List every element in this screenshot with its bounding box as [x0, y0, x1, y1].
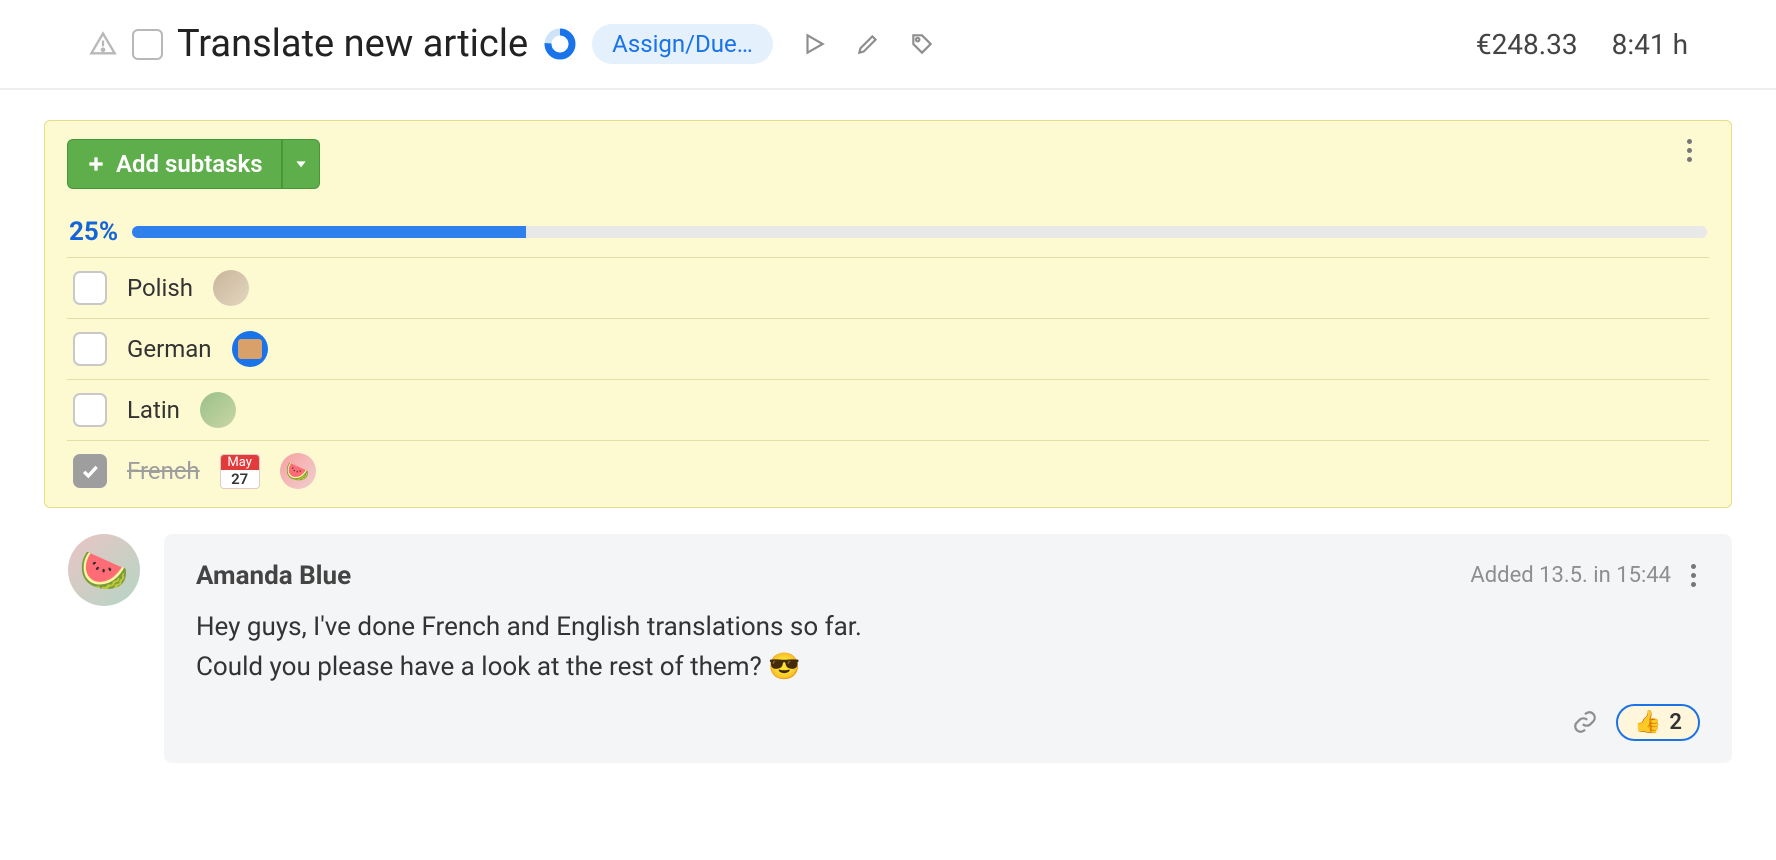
subtask-label: Latin — [127, 396, 180, 424]
subtask-label: German — [127, 335, 212, 363]
subtask-checkbox[interactable] — [73, 271, 107, 305]
subtask-label: Polish — [127, 274, 193, 302]
thumbs-up-icon: 👍 — [1634, 710, 1661, 735]
subtask-label: French — [127, 457, 200, 485]
assignee-avatar[interactable] — [200, 392, 236, 428]
reaction-thumbs-up[interactable]: 👍 2 — [1616, 704, 1700, 741]
add-subtask-label: Add subtasks — [116, 150, 263, 178]
link-icon[interactable] — [1572, 709, 1598, 735]
task-header: Translate new article Assign/Due… — [0, 0, 1776, 90]
add-subtask-button[interactable]: Add subtasks — [67, 139, 282, 189]
edit-icon[interactable] — [841, 31, 881, 57]
progress-donut-icon — [542, 26, 578, 62]
subtask-row[interactable]: German — [67, 318, 1709, 379]
comment-box: Amanda Blue Added 13.5. in 15:44 Hey guy… — [164, 534, 1732, 763]
subtask-checkbox[interactable] — [73, 393, 107, 427]
add-subtask-dropdown[interactable] — [282, 139, 320, 189]
comment-more-button[interactable] — [1687, 560, 1700, 591]
assign-due-button[interactable]: Assign/Due… — [592, 24, 773, 64]
subtask-panel: Add subtasks 25% Polish German Latin French… — [44, 120, 1732, 508]
task-time: 8:41 h — [1612, 28, 1688, 61]
subtask-row[interactable]: Latin — [67, 379, 1709, 440]
task-checkbox[interactable] — [132, 29, 163, 60]
subtask-checkbox[interactable] — [73, 332, 107, 366]
subtask-checkbox[interactable] — [73, 454, 107, 488]
subtask-list: Polish German Latin French May27 — [67, 257, 1709, 501]
comment-timestamp: Added 13.5. in 15:44 — [1470, 563, 1671, 588]
comment-line: Hey guys, I've done French and English t… — [196, 607, 1700, 647]
comment-line: Could you please have a look at the rest… — [196, 647, 1700, 687]
warning-icon[interactable] — [88, 30, 118, 58]
assignee-avatar[interactable] — [280, 453, 316, 489]
subtask-row[interactable]: French May27 — [67, 440, 1709, 501]
subtask-row[interactable]: Polish — [67, 257, 1709, 318]
tag-icon[interactable] — [895, 31, 935, 57]
comment-author: Amanda Blue — [196, 561, 351, 591]
progress-bar — [132, 226, 1707, 238]
reaction-count: 2 — [1669, 710, 1682, 735]
play-icon[interactable] — [787, 31, 827, 57]
assignee-avatar[interactable] — [213, 270, 249, 306]
task-cost: €248.33 — [1476, 28, 1578, 61]
assignee-avatar[interactable] — [232, 331, 268, 367]
comment-avatar: 🍉 — [68, 534, 140, 606]
panel-more-button[interactable] — [1683, 135, 1711, 163]
task-title: Translate new article — [177, 22, 528, 66]
due-date-badge[interactable]: May27 — [220, 454, 260, 489]
progress-percent: 25% — [69, 217, 118, 247]
